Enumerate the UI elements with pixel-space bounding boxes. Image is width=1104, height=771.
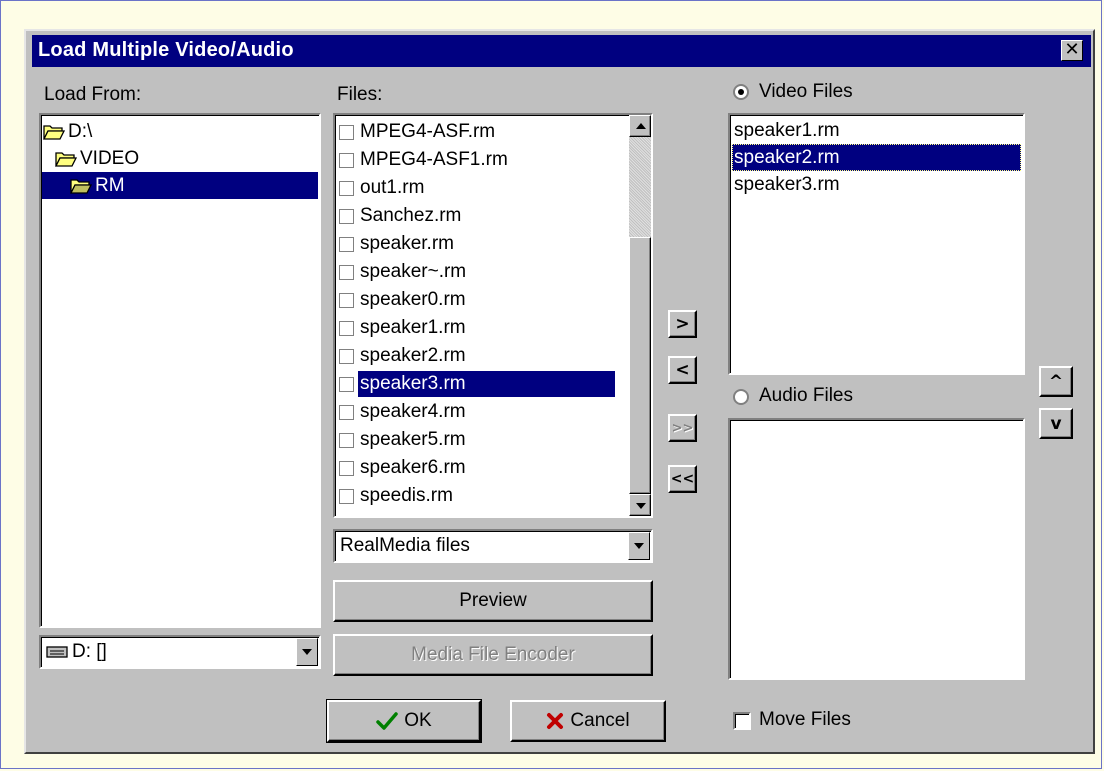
drive-icon xyxy=(46,646,68,658)
open-folder-icon xyxy=(43,124,65,140)
move-up-button[interactable]: ^ xyxy=(1039,366,1073,397)
close-icon: ✕ xyxy=(1064,39,1080,60)
file-list-item[interactable]: speedis.rm xyxy=(339,482,615,510)
audio-files-radio[interactable] xyxy=(733,389,749,405)
file-checkbox[interactable] xyxy=(339,236,354,252)
file-name: speaker2.rm xyxy=(360,345,466,366)
folder-tree[interactable]: D:\ VIDEO RM xyxy=(39,113,321,628)
file-checkbox[interactable] xyxy=(339,208,354,224)
list-item[interactable]: speaker2.rm xyxy=(732,144,1021,171)
file-list-item[interactable]: speaker0.rm xyxy=(339,286,615,314)
file-name: speaker3.rm xyxy=(358,371,615,397)
title-bar: Load Multiple Video/Audio ✕ xyxy=(32,35,1091,67)
ok-button-label: OK xyxy=(404,710,432,731)
video-files-radio[interactable] xyxy=(733,84,749,100)
file-list-item[interactable]: MPEG4-ASF1.rm xyxy=(339,146,615,174)
file-list-item[interactable]: speaker3.rm xyxy=(339,370,615,398)
file-list-item[interactable]: MPEG4-ASF.rm xyxy=(339,118,615,146)
file-checkbox[interactable] xyxy=(339,488,354,504)
file-name: MPEG4-ASF.rm xyxy=(360,121,496,142)
move-files-checkbox[interactable] xyxy=(733,712,751,730)
audio-files-label: Audio Files xyxy=(759,385,853,406)
file-checkbox[interactable] xyxy=(339,320,354,336)
add-all-button[interactable]: >> xyxy=(668,414,697,442)
move-down-button[interactable]: v xyxy=(1039,408,1073,439)
file-list-item[interactable]: speaker.rm xyxy=(339,230,615,258)
scroll-track[interactable] xyxy=(629,137,651,237)
file-type-dropdown-button[interactable] xyxy=(628,532,650,560)
scroll-thumb[interactable] xyxy=(629,237,651,494)
drive-dropdown-button[interactable] xyxy=(296,638,318,666)
red-x-icon xyxy=(547,713,564,729)
list-item[interactable]: speaker1.rm xyxy=(732,117,1021,144)
file-name: speaker0.rm xyxy=(360,289,466,310)
file-name: out1.rm xyxy=(360,177,425,198)
file-checkbox[interactable] xyxy=(339,124,354,140)
file-name: speaker.rm xyxy=(360,233,454,254)
file-list-item[interactable]: out1.rm xyxy=(339,174,615,202)
drive-select[interactable]: D: [] xyxy=(39,635,321,669)
file-checkbox[interactable] xyxy=(339,264,354,280)
close-button[interactable]: ✕ xyxy=(1061,40,1083,61)
video-files-list[interactable]: speaker1.rm speaker2.rm speaker3.rm xyxy=(728,113,1025,375)
file-checkbox[interactable] xyxy=(339,404,354,420)
file-name: speaker4.rm xyxy=(360,401,466,422)
files-scrollbar[interactable] xyxy=(629,115,651,516)
open-folder-icon xyxy=(70,178,92,194)
load-from-label: Load From: xyxy=(44,84,142,105)
remove-file-button[interactable]: < xyxy=(668,356,697,384)
scroll-down-button[interactable] xyxy=(629,494,651,516)
files-label: Files: xyxy=(337,84,383,105)
file-checkbox[interactable] xyxy=(339,348,354,364)
file-checkbox[interactable] xyxy=(339,376,354,392)
audio-files-list[interactable] xyxy=(728,418,1025,680)
file-type-value: RealMedia files xyxy=(340,535,470,556)
tree-item-label: VIDEO xyxy=(80,148,140,169)
file-checkbox[interactable] xyxy=(339,152,354,168)
file-name: speedis.rm xyxy=(360,485,453,506)
file-list-item[interactable]: speaker2.rm xyxy=(339,342,615,370)
ok-button[interactable]: OK xyxy=(326,699,482,743)
checkmark-icon xyxy=(376,712,399,730)
scroll-up-button[interactable] xyxy=(629,115,651,137)
tree-item-video[interactable]: VIDEO xyxy=(55,145,139,172)
file-type-select[interactable]: RealMedia files xyxy=(333,529,653,563)
add-file-button[interactable]: > xyxy=(668,310,697,338)
file-list-item[interactable]: speaker6.rm xyxy=(339,454,615,482)
file-name: speaker5.rm xyxy=(360,429,466,450)
tree-item-d-drive[interactable]: D:\ xyxy=(43,118,92,145)
file-name: speaker~.rm xyxy=(360,261,467,282)
remove-all-button[interactable]: << xyxy=(668,465,697,493)
file-checkbox[interactable] xyxy=(339,292,354,308)
files-list[interactable]: MPEG4-ASF.rm MPEG4-ASF1.rm out1.rm Sanchez.… xyxy=(333,113,653,518)
tree-item-label: RM xyxy=(95,175,125,196)
tree-item-label: D:\ xyxy=(68,121,93,142)
file-list-item[interactable]: speaker5.rm xyxy=(339,426,615,454)
media-file-encoder-button[interactable]: Media File Encoder xyxy=(333,634,653,676)
file-name: speaker1.rm xyxy=(360,317,466,338)
file-checkbox[interactable] xyxy=(339,432,354,448)
video-files-label: Video Files xyxy=(759,81,853,102)
move-files-label: Move Files xyxy=(759,709,851,730)
list-item[interactable]: speaker3.rm xyxy=(732,171,1021,198)
file-name: Sanchez.rm xyxy=(360,205,462,226)
file-list-item[interactable]: speaker~.rm xyxy=(339,258,615,286)
file-list-item[interactable]: speaker1.rm xyxy=(339,314,615,342)
load-multiple-dialog: Load Multiple Video/Audio ✕ Load From: D… xyxy=(24,29,1095,754)
file-list-item[interactable]: Sanchez.rm xyxy=(339,202,615,230)
file-name: MPEG4-ASF1.rm xyxy=(360,149,508,170)
file-checkbox[interactable] xyxy=(339,180,354,196)
drive-select-value: D: [] xyxy=(72,641,107,662)
cancel-button[interactable]: Cancel xyxy=(510,700,666,742)
file-list-item[interactable]: speaker4.rm xyxy=(339,398,615,426)
window-title: Load Multiple Video/Audio xyxy=(38,39,294,61)
file-checkbox[interactable] xyxy=(339,460,354,476)
open-folder-icon xyxy=(55,151,77,167)
file-name: speaker6.rm xyxy=(360,457,466,478)
preview-button[interactable]: Preview xyxy=(333,580,653,622)
cancel-button-label: Cancel xyxy=(570,710,630,731)
tree-item-rm[interactable]: RM xyxy=(42,172,318,199)
